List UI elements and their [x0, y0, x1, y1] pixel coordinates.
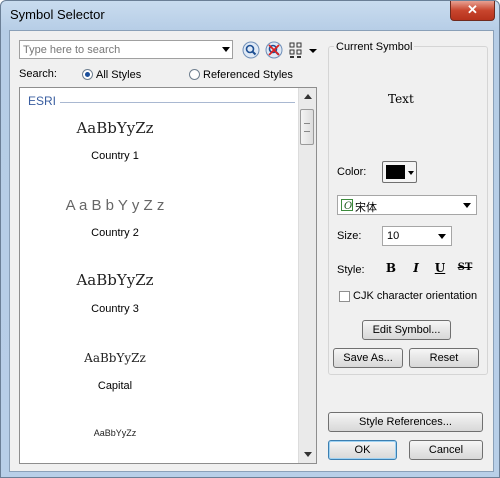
referenced-styles-label[interactable]: Referenced Styles: [203, 69, 293, 81]
svg-text:O: O: [344, 201, 352, 211]
title-bar: Symbol Selector ✕: [1, 1, 499, 29]
color-dropdown-arrow-icon: [408, 171, 414, 175]
symbol-sample: AaBbYyZz: [84, 351, 146, 365]
size-dropdown-arrow-icon: [438, 234, 446, 239]
search-label: Search:: [19, 68, 57, 80]
size-value: 10: [387, 230, 400, 242]
edit-symbol-button[interactable]: Edit Symbol...: [362, 320, 451, 340]
italic-button[interactable]: I: [407, 259, 425, 277]
view-options-icon[interactable]: [289, 41, 319, 59]
window-title: Symbol Selector: [10, 7, 105, 22]
symbol-name: Country 1: [91, 150, 139, 162]
font-type-icon: O: [341, 199, 353, 211]
ok-button[interactable]: OK: [328, 440, 397, 460]
size-label: Size:: [337, 230, 362, 242]
radio-referenced-styles[interactable]: [189, 69, 200, 80]
font-dropdown-arrow-icon: [463, 203, 471, 208]
bold-button[interactable]: B: [382, 259, 400, 277]
symbol-list[interactable]: ESRI AaBbYyZz Country 1 A a B b Y y Z z …: [19, 87, 317, 464]
size-combo[interactable]: 10: [382, 226, 452, 246]
style-references-button[interactable]: Style References...: [328, 412, 483, 432]
scroll-thumb[interactable]: [300, 109, 314, 145]
scroll-up-icon[interactable]: [299, 88, 316, 105]
color-picker-button[interactable]: [382, 161, 417, 183]
search-dropdown-arrow-icon[interactable]: [222, 47, 230, 52]
group-divider: [60, 102, 295, 103]
search-combo[interactable]: [19, 40, 233, 59]
symbol-sample: AaBbYyZz: [93, 428, 137, 438]
symbol-sample: AaBbYyZz: [76, 119, 154, 137]
close-button[interactable]: ✕: [450, 1, 495, 21]
search-icon[interactable]: [242, 41, 260, 59]
scroll-down-icon[interactable]: [299, 446, 316, 463]
list-scrollbar[interactable]: [298, 88, 316, 463]
reset-button[interactable]: Reset: [409, 348, 479, 368]
current-symbol-title: Current Symbol: [334, 41, 415, 53]
symbol-selector-window: Symbol Selector ✕ Se: [0, 0, 500, 478]
underline-button[interactable]: U: [431, 259, 449, 277]
all-styles-label[interactable]: All Styles: [96, 69, 141, 81]
save-as-button[interactable]: Save As...: [333, 348, 403, 368]
symbol-preview: Text: [388, 92, 414, 106]
search-input[interactable]: [21, 42, 215, 57]
radio-all-styles[interactable]: [82, 69, 93, 80]
symbol-name: Country 3: [91, 303, 139, 315]
font-combo[interactable]: O 宋体: [337, 195, 477, 215]
font-value: 宋体: [355, 202, 377, 214]
cjk-orientation-checkbox[interactable]: [339, 291, 350, 302]
symbol-name: Country 2: [91, 227, 139, 239]
cancel-button[interactable]: Cancel: [409, 440, 483, 460]
strikethrough-button[interactable]: ST: [456, 259, 474, 277]
symbol-sample: A a B b Y y Z z: [65, 197, 165, 214]
style-label: Style:: [337, 264, 365, 276]
symbol-sample: AaBbYyZz: [76, 271, 154, 289]
symbol-name: Capital: [97, 380, 133, 392]
group-header-esri: ESRI: [28, 94, 57, 108]
clear-search-icon[interactable]: [265, 41, 283, 59]
dialog-body: Search: All Styles Referenced Styles ESR…: [9, 30, 494, 472]
color-label: Color:: [337, 166, 367, 178]
color-swatch-fill: [386, 165, 405, 179]
cjk-orientation-label[interactable]: CJK character orientation: [353, 290, 477, 302]
